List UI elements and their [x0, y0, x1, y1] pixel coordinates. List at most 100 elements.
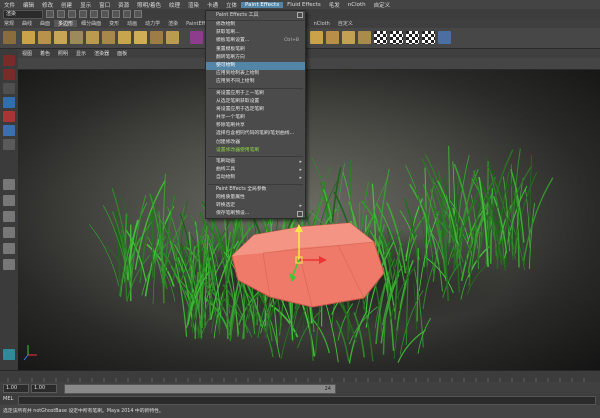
- panel-menu-renderer[interactable]: 渲染器: [90, 50, 113, 57]
- brush-tree-icon[interactable]: [134, 31, 147, 44]
- move-tool-icon[interactable]: [3, 97, 15, 108]
- menu-item-modify-paint[interactable]: 修改绘制: [206, 21, 305, 29]
- paint-select-tool-icon[interactable]: [3, 83, 15, 94]
- brush-rock-icon[interactable]: [166, 31, 179, 44]
- menu-stereo[interactable]: 立体: [222, 1, 241, 9]
- menu-render[interactable]: 渲染: [184, 1, 203, 9]
- menu-item-brush-animation[interactable]: 笔刷动画 ▸: [206, 158, 305, 166]
- menu-lighting-shading[interactable]: 照明/着色: [133, 1, 165, 9]
- menu-item-paint-on-table[interactable]: 应用到绘制表上绘制: [206, 70, 305, 78]
- menu-assets[interactable]: 资源: [114, 1, 133, 9]
- last-tool-icon[interactable]: [3, 139, 15, 150]
- menu-modify[interactable]: 修改: [38, 1, 57, 9]
- brush-flower-icon[interactable]: [118, 31, 131, 44]
- menu-ncloth[interactable]: nCloth: [344, 2, 370, 8]
- panel-menu-panels[interactable]: 面板: [113, 50, 131, 57]
- layout-split-icon[interactable]: [3, 211, 15, 222]
- menu-edit[interactable]: 编辑: [19, 1, 38, 9]
- tear-off-icon[interactable]: [297, 12, 303, 18]
- rotate-tool-icon[interactable]: [3, 111, 15, 122]
- brush-cloud-icon[interactable]: [358, 31, 371, 44]
- menu-item-get-brush[interactable]: 获取笔刷...: [206, 29, 305, 37]
- mode-set-dropdown[interactable]: 渲染: [3, 9, 43, 19]
- shelf-tab-polygons[interactable]: 多边形: [54, 20, 78, 27]
- brush-curve-icon[interactable]: [70, 31, 83, 44]
- select-hierarchy-icon[interactable]: [79, 10, 87, 18]
- brush-grass-icon[interactable]: [150, 31, 163, 44]
- layout-hypershade-icon[interactable]: [3, 259, 15, 270]
- shelf-tab-deformation[interactable]: 变形: [105, 20, 123, 27]
- menu-create[interactable]: 创建: [57, 1, 76, 9]
- shelf-tab-custom[interactable]: 自定义: [334, 20, 357, 27]
- menu-item-remove-sharing[interactable]: 移除笔刷共享: [206, 122, 305, 130]
- menu-item-get-settings[interactable]: 从选定笔刷获取设置: [206, 98, 305, 106]
- select-tool-icon[interactable]: [3, 55, 15, 66]
- menu-item-curve-utilities[interactable]: 曲线工具 ▸: [206, 166, 305, 174]
- menu-item-modifier-use-brush[interactable]: 设置修改器使用笔刷: [206, 147, 305, 155]
- menu-window[interactable]: 窗口: [95, 1, 114, 9]
- menu-item-apply-selected[interactable]: 将设置应用于选定笔刷: [206, 106, 305, 114]
- layout-graph-icon[interactable]: [3, 243, 15, 254]
- mel-input[interactable]: [18, 396, 596, 405]
- range-slider-bar[interactable]: 24: [64, 384, 336, 394]
- scale-tool-icon[interactable]: [3, 125, 15, 136]
- brush-stroke-icon[interactable]: [54, 31, 67, 44]
- menu-header[interactable]: Paint Effects 工具: [206, 11, 305, 21]
- mel-label[interactable]: MEL: [3, 396, 13, 402]
- checker-2-icon[interactable]: [390, 31, 403, 44]
- new-scene-icon[interactable]: [46, 10, 54, 18]
- menu-item-global-params[interactable]: Paint Effects 全局参数: [206, 186, 305, 194]
- viewport-3d[interactable]: [18, 70, 600, 370]
- snap-grid-icon[interactable]: [112, 10, 120, 18]
- menu-texturing[interactable]: 纹理: [165, 1, 184, 9]
- range-current-field[interactable]: 1.00: [31, 384, 57, 393]
- menu-paint-effects[interactable]: Paint Effects: [241, 1, 284, 8]
- menu-item-make-paintable[interactable]: 使可绘制: [206, 61, 305, 71]
- brush-tube-icon[interactable]: [86, 31, 99, 44]
- paint-brush-icon[interactable]: [22, 31, 35, 44]
- shelf-tab-rendering[interactable]: 渲染: [164, 20, 182, 27]
- snap-point-icon[interactable]: [134, 10, 142, 18]
- save-scene-icon[interactable]: [68, 10, 76, 18]
- brush-preset-icon[interactable]: [38, 31, 51, 44]
- shelf-tab-subdivs[interactable]: 细分曲面: [77, 20, 105, 27]
- menu-custom[interactable]: 自定义: [370, 1, 395, 9]
- menu-item-template-brush[interactable]: 模板笔刷设置... Ctrl+B: [206, 37, 305, 45]
- layout-single-icon[interactable]: [3, 179, 15, 190]
- menu-file[interactable]: 文件: [0, 1, 19, 9]
- shelf-menu-icon[interactable]: [3, 31, 16, 44]
- option-box-icon[interactable]: [297, 211, 303, 218]
- menu-item-convert[interactable]: 转换选定 ▸: [206, 202, 305, 210]
- menu-item-auto-paint[interactable]: 自动绘制 ▸: [206, 174, 305, 182]
- shelf-tab-curves[interactable]: 曲线: [18, 20, 36, 27]
- menu-item-reset-template[interactable]: 重置模板笔刷: [206, 46, 305, 54]
- menu-item-select-same-code[interactable]: 选择包含相同代码的笔刷/笔划曲线...: [206, 130, 305, 138]
- select-component-icon[interactable]: [101, 10, 109, 18]
- shelf-tab-dynamics[interactable]: 动力学: [141, 20, 164, 27]
- layout-outliner-icon[interactable]: [3, 227, 15, 238]
- range-start-field[interactable]: 1.00: [3, 384, 29, 393]
- shelf-tab-general[interactable]: 常规: [0, 20, 18, 27]
- menu-toon[interactable]: 卡通: [203, 1, 222, 9]
- menu-item-share-brush[interactable]: 共享一个笔刷: [206, 114, 305, 122]
- checker-4-icon[interactable]: [422, 31, 435, 44]
- menu-item-save-brush-preset[interactable]: 保存笔刷预设...: [206, 210, 305, 218]
- menu-item-create-modifier[interactable]: 创建修改器: [206, 139, 305, 147]
- brush-vine-icon[interactable]: [342, 31, 355, 44]
- brush-feather-icon[interactable]: [326, 31, 339, 44]
- menu-item-paint-on-other[interactable]: 应用到不同上绘制: [206, 78, 305, 86]
- lasso-tool-icon[interactable]: [3, 69, 15, 80]
- shelf-tab-animation[interactable]: 动画: [123, 20, 141, 27]
- panel-menu-view[interactable]: 视图: [18, 50, 36, 57]
- menu-item-flip-brush[interactable]: 翻转笔刷方向: [206, 54, 305, 62]
- layout-four-icon[interactable]: [3, 195, 15, 206]
- menu-fluid-effects[interactable]: Fluid Effects: [283, 2, 325, 8]
- snap-curve-icon[interactable]: [123, 10, 131, 18]
- menu-fur[interactable]: 毛发: [325, 1, 344, 9]
- checker-icon[interactable]: [374, 31, 387, 44]
- brush-hair-icon[interactable]: [310, 31, 323, 44]
- canvas-icon[interactable]: [190, 31, 203, 44]
- panel-menu-lighting[interactable]: 照明: [54, 50, 72, 57]
- brush-leaf-icon[interactable]: [102, 31, 115, 44]
- select-object-icon[interactable]: [90, 10, 98, 18]
